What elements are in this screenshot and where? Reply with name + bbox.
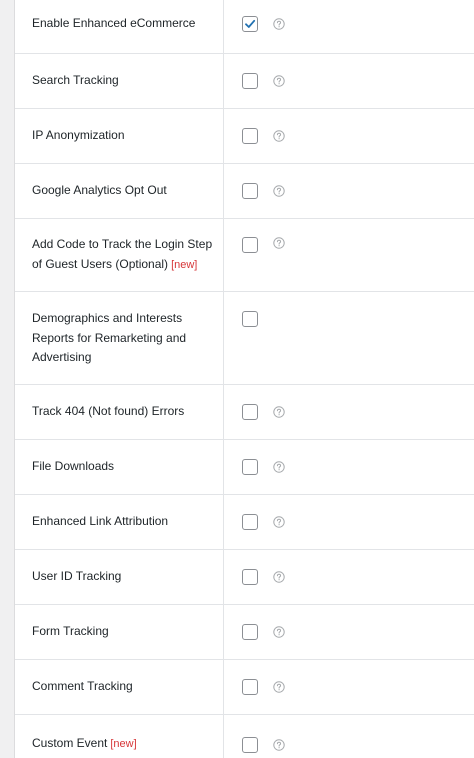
setting-label: Search Tracking [32,71,119,91]
setting-label-text: Search Tracking [32,73,119,88]
question-circle-icon[interactable] [273,681,285,693]
setting-control-cell [224,292,474,384]
tracking-settings-table: Enable Enhanced eCommerce Search Tracking… [15,0,474,758]
setting-label-text: Google Analytics Opt Out [32,183,167,198]
setting-row-user-id-tracking: User ID Tracking [15,550,474,605]
setting-row-enhanced-link-attribution: Enhanced Link Attribution [15,495,474,550]
setting-label-cell: File Downloads [15,440,224,494]
new-badge: [new] [110,738,137,751]
question-circle-icon[interactable] [273,516,285,528]
setting-label-cell: Custom Event [new] [15,715,224,758]
setting-row-add-code-to-track-the-login-step-of-guest-users-optional: Add Code to Track the Login Step of Gues… [15,219,474,292]
setting-label-cell: Add Code to Track the Login Step of Gues… [15,219,224,291]
setting-control-cell [224,440,474,494]
setting-row-ip-anonymization: IP Anonymization [15,109,474,164]
setting-label: Form Tracking [32,622,109,642]
setting-control-cell [224,109,474,163]
checkbox-custom-event[interactable] [242,736,258,753]
checkbox-add-code-to-track-the-login-step-of-guest-users-optional[interactable] [242,237,258,253]
setting-label-text: Enable Enhanced eCommerce [32,16,196,31]
question-circle-icon[interactable] [273,626,285,638]
setting-label: Comment Tracking [32,677,133,697]
setting-row-demographics-and-interests-reports-for-remarketing-and-advertising: Demographics and Interests Reports for R… [15,292,474,385]
setting-label-cell: Form Tracking [15,605,224,659]
question-circle-icon[interactable] [273,130,285,142]
setting-label: Demographics and Interests Reports for R… [32,309,213,368]
setting-control-cell [224,550,474,604]
setting-label-cell: Enhanced Link Attribution [15,495,224,549]
admin-sidebar-edge [0,0,15,758]
setting-label-text: Track 404 (Not found) Errors [32,404,185,419]
setting-label-cell: Track 404 (Not found) Errors [15,385,224,439]
question-circle-icon[interactable] [273,75,285,87]
setting-label-cell: Search Tracking [15,54,224,108]
setting-control-cell [224,0,474,53]
checkbox-track-404-not-found-errors[interactable] [242,404,258,420]
new-badge: [new] [171,258,198,271]
setting-label: Track 404 (Not found) Errors [32,402,184,422]
setting-row-file-downloads: File Downloads [15,440,474,495]
setting-row-form-tracking: Form Tracking [15,605,474,660]
setting-label-text: Custom Event [32,736,108,751]
question-circle-icon[interactable] [273,185,285,197]
checkbox-demographics-and-interests-reports-for-remarketing-and-advertising[interactable] [242,311,258,327]
setting-row-track-404-not-found-errors: Track 404 (Not found) Errors [15,385,474,440]
checkbox-enable-enhanced-ecommerce[interactable] [242,16,258,32]
setting-label-text: Comment Tracking [32,679,133,694]
setting-row-custom-event: Custom Event [new] [15,715,474,758]
setting-label-text: User ID Tracking [32,569,122,584]
question-circle-icon[interactable] [273,18,285,30]
setting-label-cell: Comment Tracking [15,660,224,714]
checkbox-comment-tracking[interactable] [242,679,258,695]
setting-label: Custom Event [new] [32,734,137,755]
setting-control-cell [224,495,474,549]
setting-label-cell: Demographics and Interests Reports for R… [15,292,224,384]
setting-label: Enhanced Link Attribution [32,512,168,532]
checkbox-user-id-tracking[interactable] [242,569,258,585]
setting-label-text: Form Tracking [32,624,109,639]
setting-row-enable-enhanced-ecommerce: Enable Enhanced eCommerce [15,0,474,54]
setting-label-cell: IP Anonymization [15,109,224,163]
checkbox-search-tracking[interactable] [242,73,258,89]
setting-row-google-analytics-opt-out: Google Analytics Opt Out [15,164,474,219]
checkbox-form-tracking[interactable] [242,624,258,640]
question-circle-icon[interactable] [273,406,285,418]
question-circle-icon[interactable] [273,237,285,249]
setting-control-cell [224,164,474,218]
checkbox-ip-anonymization[interactable] [242,128,258,144]
setting-label-cell: User ID Tracking [15,550,224,604]
setting-row-search-tracking: Search Tracking [15,54,474,109]
setting-label-text: Enhanced Link Attribution [32,514,169,529]
settings-page: Enable Enhanced eCommerce Search Tracking… [0,0,474,758]
setting-label-text: IP Anonymization [32,128,125,143]
setting-label-text: File Downloads [32,459,115,474]
question-circle-icon[interactable] [273,571,285,583]
setting-label-cell: Enable Enhanced eCommerce [15,0,224,53]
setting-label: IP Anonymization [32,126,125,146]
setting-control-cell [224,385,474,439]
setting-label: Add Code to Track the Login Step of Gues… [32,235,213,275]
setting-control-cell [224,660,474,714]
setting-row-comment-tracking: Comment Tracking [15,660,474,715]
setting-control-cell [224,605,474,659]
setting-control-cell [224,54,474,108]
setting-label-text: Demographics and Interests Reports for R… [32,311,187,364]
checkbox-file-downloads[interactable] [242,459,258,475]
setting-control-cell [224,219,474,291]
setting-control-cell [224,715,474,758]
setting-label: User ID Tracking [32,567,121,587]
checkbox-enhanced-link-attribution[interactable] [242,514,258,530]
checkmark-icon [245,19,256,28]
setting-label: File Downloads [32,457,114,477]
setting-label-cell: Google Analytics Opt Out [15,164,224,218]
question-circle-icon[interactable] [273,461,285,473]
checkbox-google-analytics-opt-out[interactable] [242,183,258,199]
question-circle-icon[interactable] [273,738,285,751]
setting-label: Enable Enhanced eCommerce [32,14,195,34]
setting-label: Google Analytics Opt Out [32,181,167,201]
